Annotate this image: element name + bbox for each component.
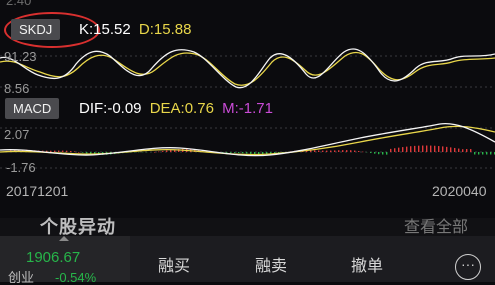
macd-bar xyxy=(430,146,431,152)
macd-bar xyxy=(322,151,323,152)
more-icon[interactable]: ··· xyxy=(455,254,481,280)
macd-bar xyxy=(58,151,59,152)
macd-bar xyxy=(246,152,247,153)
macd-bar xyxy=(370,152,371,153)
macd-bar xyxy=(250,152,251,154)
macd-bar xyxy=(54,151,55,152)
macd-bar xyxy=(358,151,359,152)
macd-bar xyxy=(70,151,71,152)
macd-bar xyxy=(326,151,327,152)
macd-bar xyxy=(386,152,387,155)
macd-bar xyxy=(66,151,67,152)
macd-bar xyxy=(382,152,383,155)
macd-bar xyxy=(50,151,51,152)
macd-bar xyxy=(390,149,391,152)
macd-bar xyxy=(446,147,447,152)
macd-bar xyxy=(242,152,243,153)
macd-bar xyxy=(450,147,451,152)
macd-bar xyxy=(238,152,239,153)
macd-bar xyxy=(442,146,443,152)
macd-bar xyxy=(158,152,159,153)
macd-bar xyxy=(394,148,395,152)
macd-bar xyxy=(438,146,439,152)
skdj-d-line xyxy=(0,52,495,85)
section-title: 个股异动 xyxy=(40,218,116,236)
macd-bar xyxy=(490,152,491,155)
macd-dea-value: DEA:0.76 xyxy=(150,100,214,117)
macd-bar xyxy=(470,149,471,152)
macd-bar xyxy=(422,146,423,152)
skdj-chart xyxy=(0,40,495,95)
macd-bar xyxy=(402,147,403,152)
macd-bar xyxy=(234,152,235,153)
macd-bar xyxy=(166,151,167,152)
macd-bar xyxy=(474,152,475,155)
macd-bar xyxy=(374,152,375,154)
macd-bar xyxy=(362,152,363,153)
see-all-link[interactable]: 查看全部 xyxy=(404,220,468,236)
macd-bar xyxy=(74,151,75,152)
skdj-top-cut-label: 2.40 xyxy=(6,0,31,8)
macd-bar xyxy=(406,147,407,152)
skdj-y-high-label: 91.23 xyxy=(4,50,37,64)
macd-y-high-label: 2.07 xyxy=(4,128,29,142)
macd-bar xyxy=(86,152,87,153)
macd-bar xyxy=(318,150,319,152)
macd-bar xyxy=(378,152,379,154)
macd-bar xyxy=(78,152,79,153)
macd-bar xyxy=(230,152,231,153)
macd-dea-line xyxy=(0,126,495,154)
macd-bar xyxy=(478,152,479,155)
macd-bar xyxy=(418,146,419,152)
cancel-order-button[interactable]: 撤单 xyxy=(351,258,383,276)
macd-readout: DIF:-0.09 DEA:0.76 M:-1.71 xyxy=(79,98,273,119)
macd-bar xyxy=(458,149,459,152)
index-name: 创业 xyxy=(8,272,34,284)
macd-bar xyxy=(62,151,63,152)
macd-m-value: M:-1.71 xyxy=(222,100,273,117)
macd-indicator-tab[interactable]: MACD xyxy=(5,98,59,119)
macd-bar xyxy=(330,151,331,152)
index-value: 1906.67 xyxy=(26,250,80,266)
date-start-label: 20171201 xyxy=(6,184,68,198)
expand-caret-icon[interactable] xyxy=(59,236,69,241)
macd-bar xyxy=(350,150,351,152)
macd-bar xyxy=(482,152,483,155)
macd-bar xyxy=(154,152,155,153)
skdj-d-value: D:15.88 xyxy=(139,21,192,38)
date-end-label: 2020040 xyxy=(432,184,487,198)
macd-chart xyxy=(0,122,495,180)
macd-bar xyxy=(342,150,343,152)
skdj-y-low-label: 8.56 xyxy=(4,82,29,96)
margin-sell-button[interactable]: 融卖 xyxy=(255,258,287,276)
macd-bar xyxy=(414,146,415,152)
macd-bar xyxy=(466,149,467,152)
macd-bar xyxy=(462,149,463,152)
macd-bar xyxy=(346,150,347,152)
macd-bar xyxy=(334,150,335,152)
macd-bar xyxy=(410,146,411,152)
macd-bar xyxy=(454,148,455,152)
margin-buy-button[interactable]: 融买 xyxy=(158,258,190,276)
macd-bar xyxy=(486,152,487,155)
macd-bar xyxy=(82,152,83,153)
macd-bar xyxy=(426,146,427,152)
macd-bar xyxy=(354,151,355,152)
index-change: -0.54% xyxy=(55,272,96,284)
macd-y-low-label: -1.76 xyxy=(6,161,36,175)
macd-bar xyxy=(398,148,399,152)
macd-dif-value: DIF:-0.09 xyxy=(79,100,142,117)
macd-bar xyxy=(226,152,227,153)
skdj-indicator-tab[interactable]: SKDJ xyxy=(11,19,60,40)
macd-bar xyxy=(434,146,435,152)
macd-bar xyxy=(162,151,163,152)
macd-bar xyxy=(314,150,315,152)
macd-bar xyxy=(338,150,339,152)
skdj-k-value: K:15.52 xyxy=(79,21,131,38)
skdj-readout: K:15.52 D:15.88 xyxy=(79,19,191,40)
